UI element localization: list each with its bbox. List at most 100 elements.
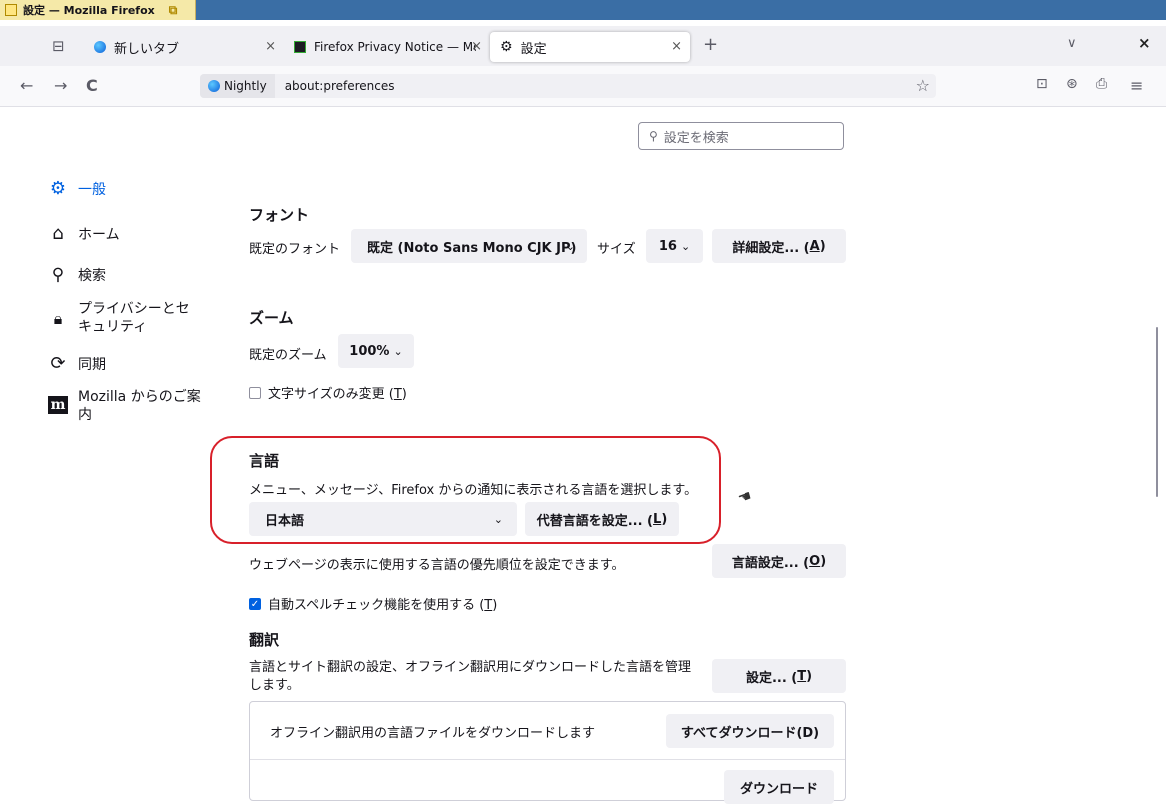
webpage-language-description: ウェブページの表示に使用する言語の優先順位を設定できます。	[249, 558, 625, 573]
default-font-select[interactable]: 既定 (Noto Sans Mono CJK JP) ⌄	[351, 229, 587, 263]
chevron-down-icon: ⌄	[565, 239, 575, 253]
font-size-label: サイズ	[597, 242, 636, 257]
close-tab-icon[interactable]: ×	[471, 39, 482, 54]
download-description: オフライン翻訳用の言語ファイルをダウンロードします	[270, 726, 596, 741]
translation-settings-button[interactable]: 設定... (T)	[712, 659, 846, 693]
language-heading: 言語	[249, 452, 280, 470]
url-bar[interactable]: Nightly about:preferences ☆	[200, 74, 936, 98]
url-text[interactable]: about:preferences	[285, 79, 395, 93]
select-value: 既定 (Noto Sans Mono CJK JP)	[367, 240, 577, 256]
tab-privacy-notice[interactable]: Firefox Privacy Notice — Mo ×	[286, 32, 486, 62]
sidebar-item-mozilla[interactable]: m Mozilla からのご案 内	[48, 388, 201, 424]
firefox-view-icon[interactable]: ⊟	[52, 37, 65, 55]
fonts-advanced-button[interactable]: 詳細設定... (A)	[712, 229, 846, 263]
download-all-button[interactable]: すべてダウンロード(D)	[666, 714, 834, 748]
description-line: します。	[249, 678, 300, 693]
sidebar-item-label: Mozilla からのご案 内	[78, 388, 201, 424]
button-label: 言語設定... (	[731, 555, 810, 571]
window-title: 設定 — Mozilla Firefox	[23, 4, 155, 17]
label-line: Mozilla からのご案	[78, 389, 201, 405]
tab-label: Firefox Privacy Notice — Mo	[314, 40, 476, 54]
chevron-down-icon: ⌄	[493, 512, 503, 526]
button-label-end: )	[806, 668, 813, 684]
select-value: 日本語	[265, 513, 305, 529]
button-label-end: )	[661, 511, 668, 527]
account-icon[interactable]: ⊛	[1066, 76, 1078, 92]
fonts-heading: フォント	[249, 206, 310, 224]
access-key: T	[797, 668, 807, 684]
nightly-logo-icon	[208, 80, 220, 92]
button-label: ダウンロード	[739, 781, 818, 797]
select-value: 16	[658, 238, 677, 254]
default-zoom-label: 既定のズーム	[249, 348, 327, 363]
button-label: すべてダウンロード(D)	[680, 725, 820, 741]
tab-label: 設定	[520, 41, 547, 57]
hand-cursor-icon: ☚	[735, 486, 755, 508]
tab-settings[interactable]: ⚙ 設定 ×	[490, 32, 690, 62]
bookmark-star-icon[interactable]: ☆	[916, 76, 930, 95]
checkbox-box[interactable]: ✓	[249, 597, 261, 610]
sidebar-item-privacy[interactable]: 🔒︎ プライバシーとセ キュリティ	[48, 300, 190, 336]
navigation-toolbar: ← → C Nightly about:preferences ☆ ⊡ ⊛ ⎙ …	[0, 66, 1166, 107]
sidebar-item-general[interactable]: ⚙ 一般	[48, 179, 106, 199]
gear-icon: ⚙	[49, 178, 67, 199]
download-button[interactable]: ダウンロード	[724, 770, 834, 804]
reload-icon[interactable]: C	[86, 76, 98, 95]
list-all-tabs-icon[interactable]: ∨	[1067, 36, 1077, 51]
sidebar-item-search[interactable]: ⚲ 検索	[48, 265, 106, 285]
close-tab-icon[interactable]: ×	[265, 39, 276, 54]
button-label-end: )	[820, 553, 827, 569]
app-menu-icon[interactable]: ≡	[1130, 76, 1143, 95]
access-key: L	[653, 511, 662, 527]
window-title-tab[interactable]: 設定 — Mozilla Firefox ⧉	[0, 0, 196, 20]
button-label: 代替言語を設定... (	[536, 513, 654, 529]
window-titlebar: 設定 — Mozilla Firefox ⧉	[0, 0, 1166, 20]
new-tab-button[interactable]: +	[703, 34, 718, 55]
tab-new-tab[interactable]: 新しいタブ ×	[84, 32, 284, 62]
back-icon[interactable]: ←	[20, 76, 33, 95]
identity-box[interactable]: Nightly	[200, 74, 275, 98]
alternative-languages-button[interactable]: 代替言語を設定... (L)	[525, 502, 679, 536]
pocket-icon[interactable]: ⊡	[1036, 76, 1048, 92]
button-label-end: )	[819, 238, 826, 254]
font-size-select[interactable]: 16 ⌄	[646, 229, 703, 263]
access-key: T	[393, 387, 402, 402]
window-icon	[5, 4, 17, 16]
sync-icon: ⟳	[50, 353, 66, 374]
lock-icon: 🔒︎	[53, 309, 63, 328]
globe-icon	[94, 41, 106, 53]
search-placeholder: 設定を検索	[663, 130, 729, 146]
close-tab-icon[interactable]: ×	[671, 39, 682, 54]
sidebar-item-home[interactable]: ⌂ ホーム	[48, 224, 120, 244]
extensions-icon[interactable]: ⎙	[1096, 76, 1107, 92]
search-icon: ⚲	[51, 265, 65, 285]
mozilla-logo-icon: m	[48, 396, 68, 414]
translation-downloads-box: オフライン翻訳用の言語ファイルをダウンロードします すべてダウンロード(D) ダ…	[249, 701, 846, 804]
chevron-down-icon: ⌄	[393, 344, 403, 358]
zoom-text-only-checkbox[interactable]: 文字サイズのみ変更 (T)	[249, 383, 407, 402]
forward-icon[interactable]: →	[54, 76, 67, 95]
label-end: )	[492, 598, 498, 613]
checkbox-box[interactable]	[249, 386, 261, 399]
window-close-icon[interactable]: ×	[1138, 34, 1151, 52]
search-input[interactable]: ⚲ 設定を検索	[638, 122, 844, 150]
sidebar-item-label: ホーム	[78, 227, 120, 243]
default-font-label: 既定のフォント	[249, 242, 341, 257]
row-divider	[250, 759, 845, 760]
spellcheck-checkbox[interactable]: ✓ 自動スペルチェック機能を使用する (T)	[249, 594, 497, 613]
label-line: プライバシーとセ	[78, 301, 190, 317]
sidebar-item-label: プライバシーとセ キュリティ	[78, 300, 190, 336]
language-select[interactable]: 日本語 ⌄	[249, 502, 517, 536]
chevron-down-icon: ⌄	[680, 239, 691, 253]
zoom-heading: ズーム	[249, 309, 294, 327]
language-description: メニュー、メッセージ、Firefox からの通知に表示される言語を選択します。	[249, 483, 698, 498]
checkbox-label: 自動スペルチェック機能を使用する (T)	[268, 594, 497, 613]
sidebar-item-sync[interactable]: ⟳ 同期	[48, 354, 106, 374]
default-zoom-select[interactable]: 100% ⌄	[338, 334, 414, 368]
restore-icon[interactable]: ⧉	[169, 3, 178, 18]
label-end: )	[401, 387, 407, 402]
label-line: キュリティ	[78, 319, 148, 335]
scrollbar-thumb[interactable]	[1156, 327, 1158, 497]
choose-languages-button[interactable]: 言語設定... (O)	[712, 544, 846, 578]
sidebar-item-label: 一般	[78, 182, 106, 198]
